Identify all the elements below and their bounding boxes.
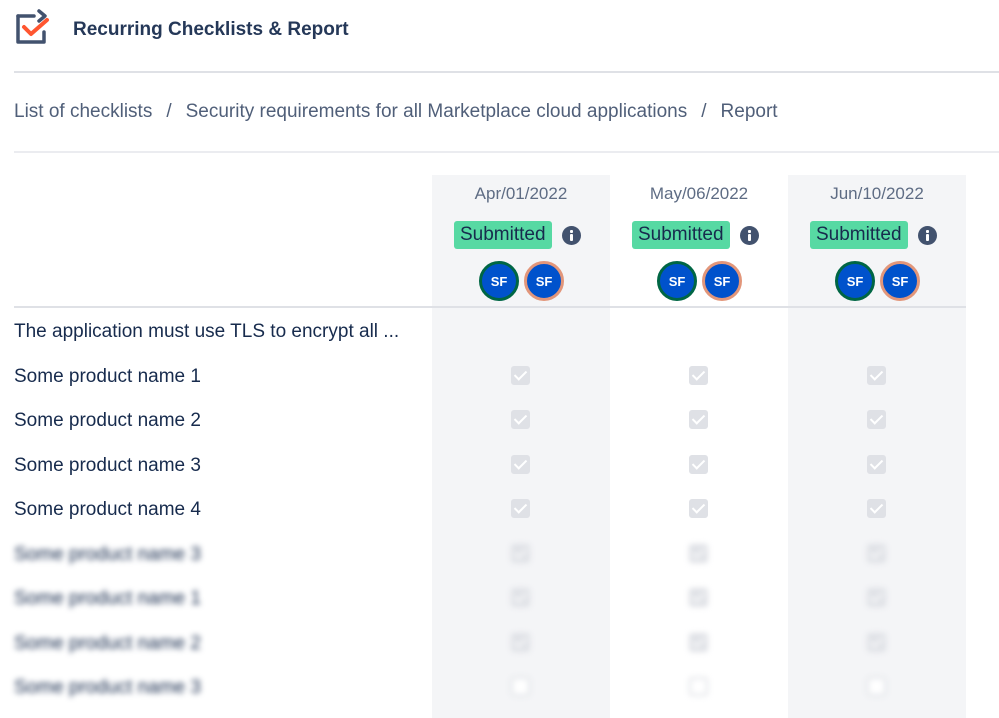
info-icon[interactable] — [739, 225, 759, 245]
row-label: Some product name 3 — [14, 455, 201, 476]
top-bar: Recurring Checklists & Report — [0, 0, 999, 60]
checkbox[interactable] — [511, 677, 530, 696]
info-icon[interactable] — [917, 225, 937, 245]
app-title: Recurring Checklists & Report — [73, 19, 349, 40]
avatar[interactable]: SF — [657, 261, 697, 301]
table-row: Some product name 1 — [0, 576, 999, 620]
checkbox[interactable] — [689, 499, 708, 518]
section-title: The application must use TLS to encrypt … — [14, 321, 400, 342]
avatar[interactable]: SF — [524, 261, 564, 301]
row-label: Some product name 3 — [14, 544, 201, 565]
column-date: Apr/01/2022 — [474, 184, 568, 203]
checkbox[interactable] — [689, 677, 708, 696]
breadcrumb-list-of-checklists[interactable]: List of checklists — [14, 101, 152, 123]
row-label: Some product name 1 — [14, 588, 201, 609]
checkbox[interactable] — [689, 544, 708, 563]
column-date: May/06/2022 — [649, 184, 749, 203]
table-row: Some product name 3 — [0, 665, 999, 709]
breadcrumb-separator: / — [166, 101, 172, 122]
table-row: Some product name 2 — [0, 398, 999, 442]
divider — [14, 306, 966, 308]
checkbox[interactable] — [867, 455, 886, 474]
checkbox[interactable] — [867, 633, 886, 652]
checkbox[interactable] — [867, 410, 886, 429]
breadcrumb-checklist[interactable]: Security requirements for all Marketplac… — [186, 101, 688, 123]
column-header: May/06/2022 Submitted SF SF — [610, 175, 788, 307]
table-row: Some product name 1 — [0, 354, 999, 398]
section-row: The application must use TLS to encrypt … — [0, 309, 999, 353]
checkbox[interactable] — [867, 499, 886, 518]
status-badge: Submitted — [632, 221, 730, 249]
row-label: Some product name 1 — [14, 366, 201, 387]
checkbox[interactable] — [689, 633, 708, 652]
table-row: Some product name 3 — [0, 443, 999, 487]
column-header: Apr/01/2022 Submitted SF SF — [432, 175, 610, 307]
table-row: Some product name 4 — [0, 487, 999, 531]
checkbox[interactable] — [511, 455, 530, 474]
column-date: Jun/10/2022 — [830, 184, 924, 203]
checkbox[interactable] — [511, 633, 530, 652]
avatar[interactable]: SF — [702, 261, 742, 301]
row-label: Some product name 2 — [14, 633, 201, 654]
checkbox[interactable] — [511, 366, 530, 385]
avatar[interactable]: SF — [880, 261, 920, 301]
divider — [14, 71, 999, 73]
row-label: Some product name 3 — [14, 677, 201, 698]
checkbox[interactable] — [689, 410, 708, 429]
column-header: Jun/10/2022 Submitted SF SF — [788, 175, 966, 307]
table-row: Some product name 2 — [0, 621, 999, 665]
checkbox[interactable] — [867, 366, 886, 385]
checkbox[interactable] — [689, 366, 708, 385]
avatar[interactable]: SF — [479, 261, 519, 301]
table-row: Some product name 3 — [0, 532, 999, 576]
breadcrumb-separator: / — [701, 101, 707, 122]
avatar[interactable]: SF — [835, 261, 875, 301]
checkbox[interactable] — [689, 455, 708, 474]
breadcrumb-report[interactable]: Report — [721, 101, 778, 123]
checkbox[interactable] — [867, 544, 886, 563]
checkbox[interactable] — [689, 588, 708, 607]
status-badge: Submitted — [810, 221, 908, 249]
checkbox[interactable] — [511, 588, 530, 607]
info-icon[interactable] — [561, 225, 581, 245]
row-label: Some product name 2 — [14, 410, 201, 431]
checkbox[interactable] — [511, 410, 530, 429]
checkbox[interactable] — [511, 544, 530, 563]
checkbox[interactable] — [867, 588, 886, 607]
checkbox[interactable] — [511, 499, 530, 518]
breadcrumb: List of checklists / Security requiremen… — [14, 100, 778, 124]
row-label: Some product name 4 — [14, 499, 201, 520]
checkbox[interactable] — [867, 677, 886, 696]
status-badge: Submitted — [454, 221, 552, 249]
divider — [14, 151, 999, 153]
checklist-logo-icon — [16, 9, 49, 44]
